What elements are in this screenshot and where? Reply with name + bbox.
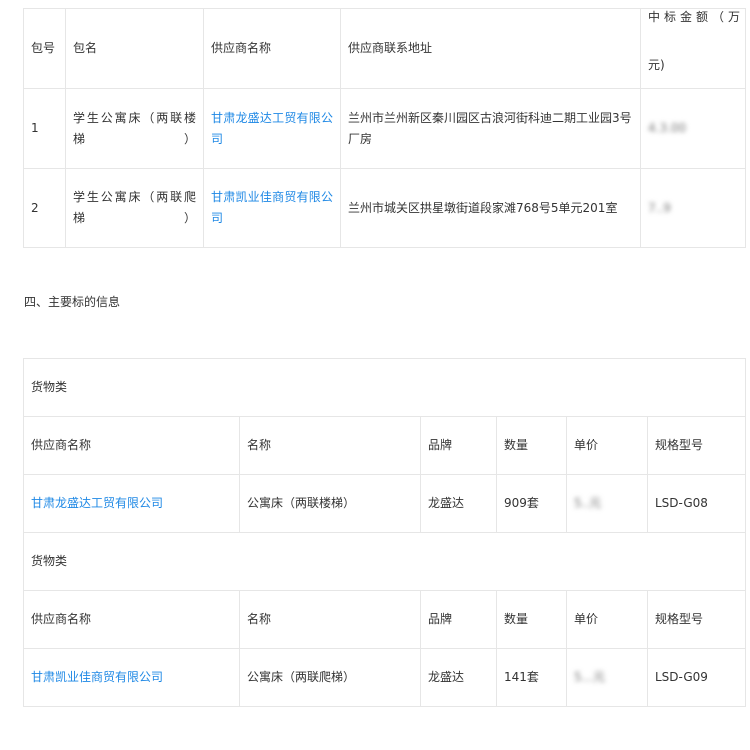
header-amount-part2: 元) — [648, 58, 665, 72]
table-header-row: 供应商名称 名称 品牌 数量 单价 规格型号 — [23, 590, 747, 649]
header-unit-price: 单价 — [566, 590, 648, 649]
header-model: 规格型号 — [646, 416, 747, 475]
bid-amount: 4.3.00 — [640, 88, 746, 169]
header-quantity: 数量 — [496, 416, 567, 475]
item-unit-price: 5...元 — [566, 648, 648, 707]
item-brand: 龙盛达 — [420, 648, 497, 707]
header-brand: 品牌 — [420, 590, 497, 649]
header-unit-price: 单价 — [566, 416, 648, 475]
table-row: 甘肃凯业佳商贸有限公司 公寓床（两联爬梯） 龙盛达 141套 5...元 LSD… — [23, 648, 747, 707]
header-amount-part1: 中标金额（万 — [648, 10, 745, 24]
header-package-name: 包名 — [65, 8, 204, 89]
supplier-link[interactable]: 甘肃凯业佳商贸有限公司 — [23, 648, 240, 707]
package-no: 1 — [23, 88, 66, 169]
supplier-address: 兰州市城关区拱星墩街道段家滩768号5单元201室 — [340, 168, 641, 248]
package-name: 学生公寓床（两联楼梯） — [65, 88, 204, 169]
category-row: 货物类 — [22, 358, 747, 417]
supplier-address: 兰州市兰州新区秦川园区古浪河街科迪二期工业园3号厂房 — [340, 88, 641, 169]
item-name: 公寓床（两联爬梯） — [239, 648, 421, 707]
table-row: 1 学生公寓床（两联楼梯） 甘肃龙盛达工贸有限公司 兰州市兰州新区秦川园区古浪河… — [23, 88, 746, 169]
item-brand: 龙盛达 — [420, 474, 497, 533]
header-name: 名称 — [239, 590, 421, 649]
main-items-table: 货物类 供应商名称 名称 品牌 数量 单价 规格型号 甘肃龙盛达工贸有限公司 公… — [22, 358, 747, 707]
table-header-row: 包号 包名 供应商名称 供应商联系地址 中标金额（万 元) — [23, 8, 746, 89]
item-name: 公寓床（两联楼梯） — [239, 474, 421, 533]
supplier-link[interactable]: 甘肃凯业佳商贸有限公司 — [203, 168, 341, 248]
header-amount: 中标金额（万 元) — [640, 8, 746, 89]
category-label: 货物类 — [22, 358, 747, 417]
category-label: 货物类 — [22, 532, 747, 591]
header-quantity: 数量 — [496, 590, 567, 649]
table-row: 甘肃龙盛达工贸有限公司 公寓床（两联楼梯） 龙盛达 909套 5..元 LSD-… — [23, 474, 747, 533]
package-name: 学生公寓床（两联爬梯） — [65, 168, 204, 248]
header-name: 名称 — [239, 416, 421, 475]
table-header-row: 供应商名称 名称 品牌 数量 单价 规格型号 — [23, 416, 747, 475]
header-supplier-address: 供应商联系地址 — [340, 8, 641, 89]
header-supplier: 供应商名称 — [23, 590, 240, 649]
header-model: 规格型号 — [646, 590, 747, 649]
item-model: LSD-G09 — [646, 648, 747, 707]
header-supplier-name: 供应商名称 — [203, 8, 341, 89]
header-brand: 品牌 — [420, 416, 497, 475]
section-title: 四、主要标的信息 — [24, 295, 121, 309]
header-supplier: 供应商名称 — [23, 416, 240, 475]
supplier-link[interactable]: 甘肃龙盛达工贸有限公司 — [203, 88, 341, 169]
item-unit-price: 5..元 — [566, 474, 648, 533]
category-row: 货物类 — [22, 532, 747, 591]
item-quantity: 141套 — [496, 648, 567, 707]
table-row: 2 学生公寓床（两联爬梯） 甘肃凯业佳商贸有限公司 兰州市城关区拱星墩街道段家滩… — [23, 168, 746, 248]
bid-amount: 7..9 — [640, 168, 746, 248]
item-quantity: 909套 — [496, 474, 567, 533]
package-no: 2 — [23, 168, 66, 248]
bid-result-table: 包号 包名 供应商名称 供应商联系地址 中标金额（万 元) 1 学生公寓床（两联… — [23, 8, 746, 248]
header-package-no: 包号 — [23, 8, 66, 89]
item-model: LSD-G08 — [646, 474, 747, 533]
supplier-link[interactable]: 甘肃龙盛达工贸有限公司 — [23, 474, 240, 533]
